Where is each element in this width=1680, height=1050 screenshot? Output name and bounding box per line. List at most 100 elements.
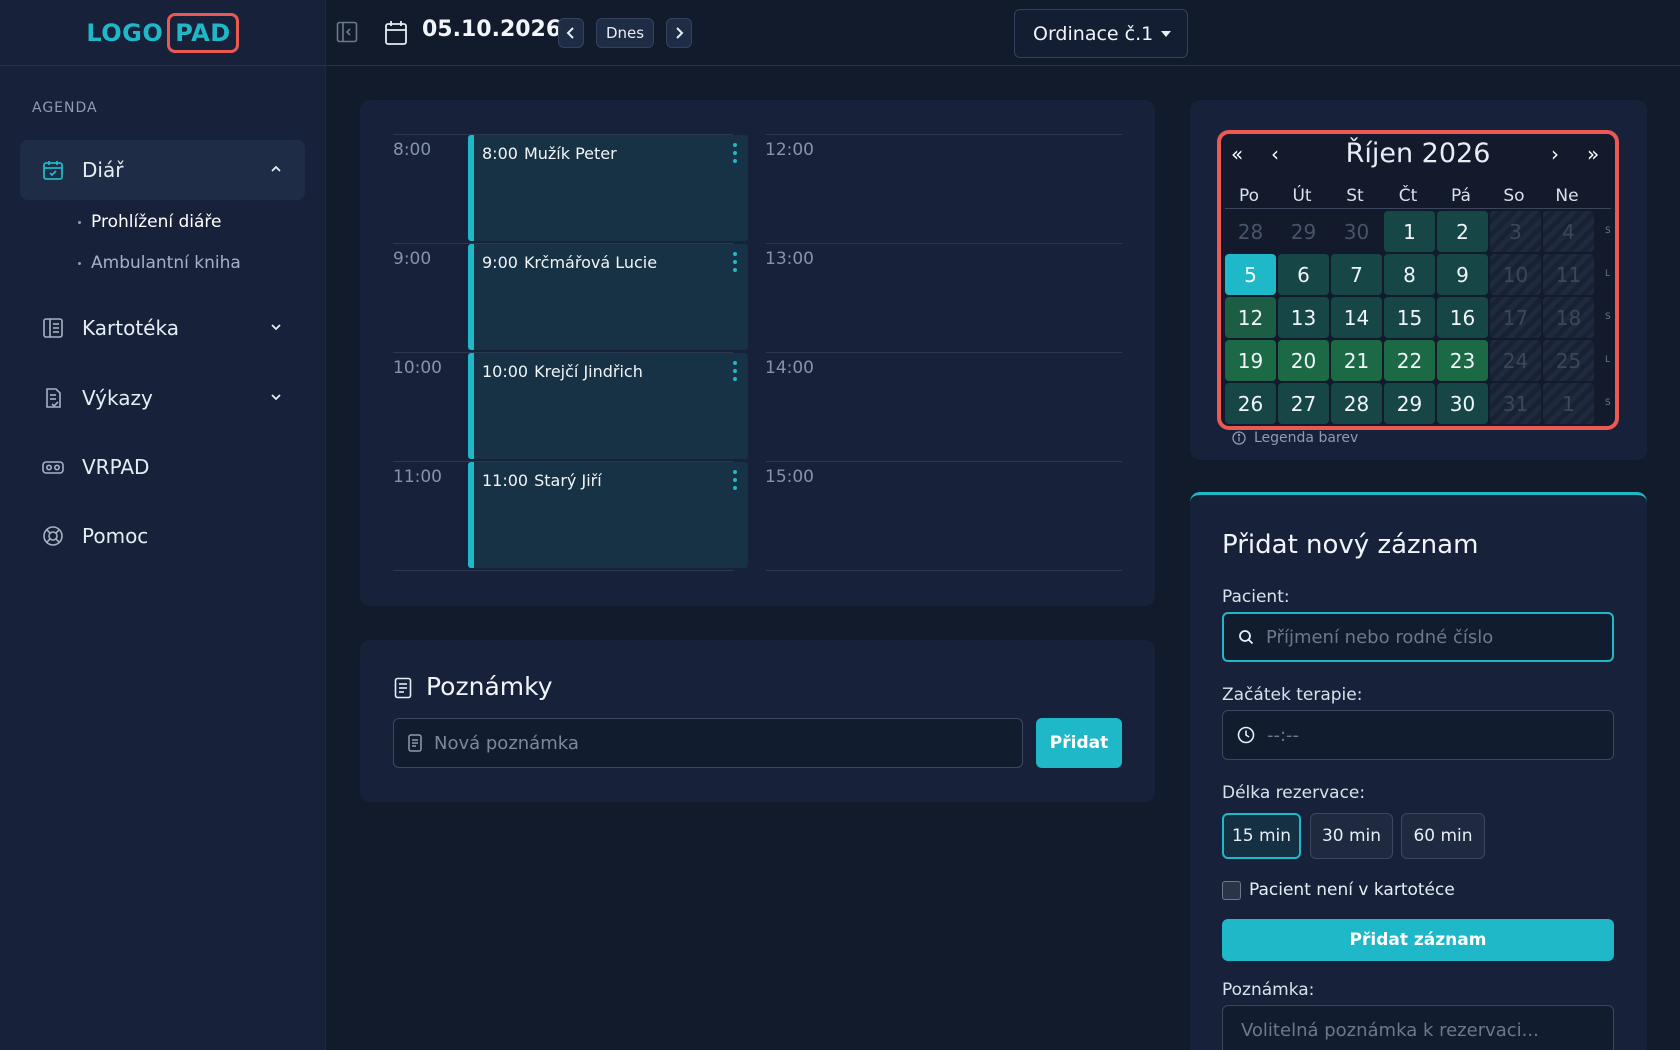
calendar-day[interactable]: 14 [1331, 297, 1382, 338]
sidebar-item-label: Výkazy [82, 386, 153, 410]
more-options-icon[interactable] [732, 361, 738, 381]
appointment-card[interactable]: 9:00 Krčmářová Lucie [468, 244, 748, 350]
calendar-day-selected[interactable]: 5 [1225, 254, 1276, 295]
sidebar-item-label: Diář [82, 158, 124, 182]
calendar-day[interactable]: 30 [1331, 211, 1382, 252]
sidebar-item-vrpad[interactable]: VRPAD [20, 437, 305, 497]
calendar-day[interactable]: 7 [1331, 254, 1382, 295]
calendar-day[interactable]: 10 [1490, 254, 1541, 295]
calendar-day[interactable]: 28 [1225, 211, 1276, 252]
sidebar-item-label: Kartotéka [82, 316, 179, 340]
next-year-button[interactable]: » [1587, 142, 1599, 166]
calendar-day[interactable]: 23 [1437, 340, 1488, 381]
therapy-start-input[interactable] [1267, 724, 1607, 746]
calendar-day[interactable]: 22 [1384, 340, 1435, 381]
calendar-day[interactable]: 19 [1225, 340, 1276, 381]
calendar-day[interactable]: 11 [1543, 254, 1594, 295]
patient-search-input[interactable] [1266, 626, 1606, 648]
calendar-day[interactable]: 8 [1384, 254, 1435, 295]
chevron-down-icon [269, 320, 283, 334]
sidebar-item-label: VRPAD [82, 455, 150, 479]
calendar-day[interactable]: 12 [1225, 297, 1276, 338]
next-month-button[interactable]: › [1551, 142, 1559, 166]
calendar-day[interactable]: 30 [1437, 383, 1488, 424]
search-icon [1239, 630, 1254, 645]
new-note-field[interactable] [393, 718, 1023, 768]
sidebar-subitem-prohlizeni[interactable]: Prohlížení diáře [78, 212, 221, 232]
appointment-card[interactable]: 11:00 Starý Jiří [468, 462, 748, 568]
calendar-day[interactable]: 26 [1225, 383, 1276, 424]
logo[interactable]: LOGO PAD [86, 12, 239, 53]
more-options-icon[interactable] [732, 252, 738, 272]
section-label: AGENDA [32, 100, 98, 116]
appointment-card[interactable]: 10:00 Krejčí Jindřich [468, 353, 748, 459]
calendar-panel: « ‹ Říjen 2026 › » Po Út St Čt Pá So Ne … [1190, 100, 1647, 460]
therapy-start-field[interactable] [1222, 710, 1614, 760]
calendar-day[interactable]: 4 [1543, 211, 1594, 252]
chevron-right-icon [676, 27, 684, 39]
calendar-day[interactable]: 29 [1278, 211, 1329, 252]
duration-60-button[interactable]: 60 min [1401, 813, 1485, 859]
calendar-day[interactable]: 25 [1543, 340, 1594, 381]
calendar-icon [384, 20, 408, 46]
weekday-label: Ne [1555, 186, 1579, 206]
calendar-day[interactable]: 24 [1490, 340, 1541, 381]
divider [766, 570, 1122, 571]
weekday-label: Po [1238, 186, 1260, 206]
more-options-icon[interactable] [732, 470, 738, 490]
calendar-day[interactable]: 3 [1490, 211, 1541, 252]
add-record-button[interactable]: Přidat záznam [1222, 919, 1614, 961]
more-options-icon[interactable] [732, 143, 738, 163]
calendar-day[interactable]: 29 [1384, 383, 1435, 424]
calendar-day[interactable]: 15 [1384, 297, 1435, 338]
calendar-check-icon [40, 157, 66, 183]
reservation-note-input[interactable] [1241, 1019, 1581, 1041]
calendar-day[interactable]: 27 [1278, 383, 1329, 424]
calendar-day[interactable]: 9 [1437, 254, 1488, 295]
patient-search-field[interactable] [1222, 612, 1614, 662]
sidebar-item-diar[interactable]: Diář [20, 140, 305, 200]
appointment-patient: Krejčí Jindřich [534, 362, 643, 381]
calendar-day[interactable]: 20 [1278, 340, 1329, 381]
appointment-text: 10:00 Krejčí Jindřich [482, 362, 643, 381]
calendar-day[interactable]: 1 [1384, 211, 1435, 252]
duration-30-button[interactable]: 30 min [1310, 813, 1393, 859]
calendar-day[interactable]: 2 [1437, 211, 1488, 252]
divider [766, 134, 1122, 135]
color-legend-link[interactable]: Legenda barev [1232, 430, 1358, 446]
week-marker: L [1605, 355, 1611, 365]
sidebar-toggle-icon[interactable] [336, 20, 358, 44]
calendar-day[interactable]: 13 [1278, 297, 1329, 338]
calendar-day[interactable]: 18 [1543, 297, 1594, 338]
calendar-day[interactable]: 1 [1543, 383, 1594, 424]
divider [766, 461, 1122, 462]
next-day-button[interactable] [666, 18, 692, 48]
appointment-text: 11:00 Starý Jiří [482, 471, 602, 490]
new-note-input[interactable] [434, 732, 994, 754]
reservation-note-field[interactable] [1222, 1005, 1614, 1050]
add-note-button[interactable]: Přidat [1036, 718, 1122, 768]
calendar-day[interactable]: 16 [1437, 297, 1488, 338]
clinic-select[interactable]: Ordinace č.1 [1014, 9, 1188, 58]
calendar-day[interactable]: 28 [1331, 383, 1382, 424]
calendar-day[interactable]: 17 [1490, 297, 1541, 338]
sidebar-item-vykazy[interactable]: Výkazy [20, 368, 305, 428]
calendar-day[interactable]: 31 [1490, 383, 1541, 424]
sidebar-item-pomoc[interactable]: Pomoc [20, 506, 305, 566]
sidebar-item-kartoteka[interactable]: Kartotéka [20, 298, 305, 358]
calendar-day[interactable]: 21 [1331, 340, 1382, 381]
weekday-label: Út [1292, 186, 1312, 206]
month-calendar: « ‹ Říjen 2026 › » Po Út St Čt Pá So Ne … [1217, 130, 1619, 430]
not-in-index-checkbox[interactable]: Pacient není v kartotéce [1222, 880, 1455, 900]
calendar-day[interactable]: 6 [1278, 254, 1329, 295]
previous-day-button[interactable] [558, 18, 584, 48]
logo-area: LOGO PAD [0, 0, 325, 66]
today-button[interactable]: Dnes [596, 18, 654, 48]
sidebar-subitem-ambulantni-kniha[interactable]: Ambulantní kniha [78, 253, 241, 273]
add-record-title: Přidat nový záznam [1222, 530, 1479, 560]
appointment-card[interactable]: 8:00 Mužík Peter [468, 135, 748, 241]
time-label: 13:00 [765, 249, 814, 269]
checkbox[interactable] [1222, 880, 1241, 900]
duration-15-button[interactable]: 15 min [1222, 813, 1301, 859]
time-label: 11:00 [393, 467, 442, 487]
